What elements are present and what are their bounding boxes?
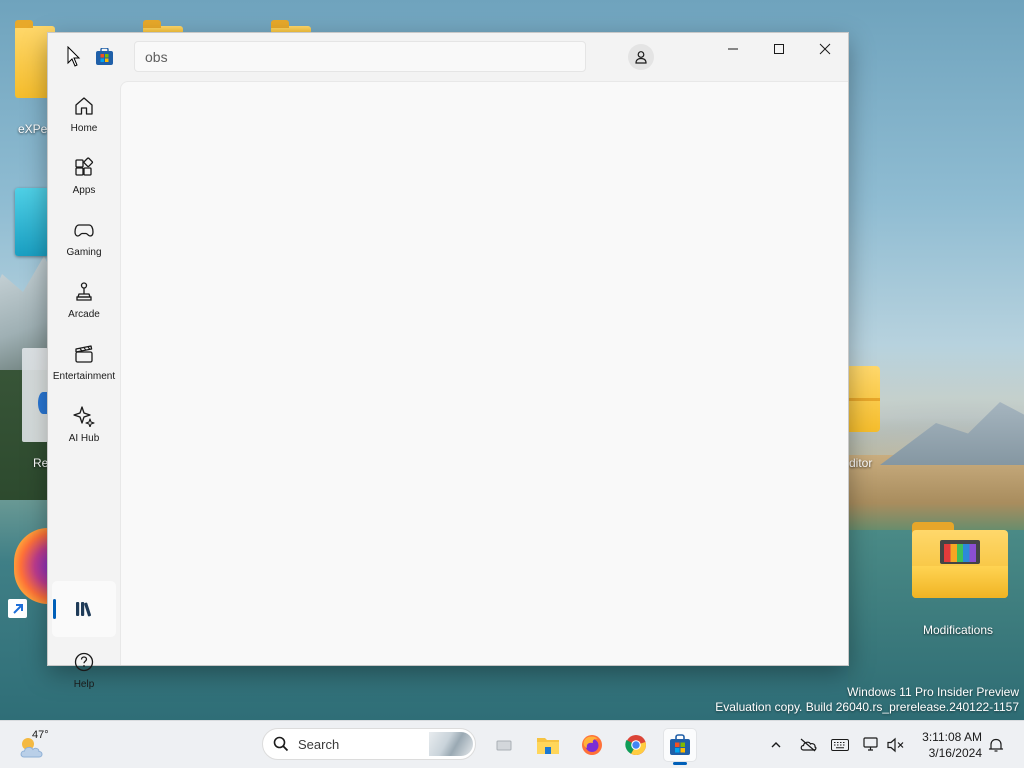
chrome-icon	[625, 735, 646, 756]
nav-item-entertainment[interactable]: Entertainment	[52, 337, 116, 393]
nav-label: Arcade	[68, 309, 100, 320]
navigation-rail: Home Apps Gaming Arcade Entertainment AI…	[48, 81, 120, 690]
volume-status[interactable]	[886, 735, 906, 755]
taskbar-clock[interactable]: 3:11:08 AM 3/16/2024	[912, 729, 982, 761]
task-view-button[interactable]	[488, 729, 520, 761]
file-explorer-icon	[537, 738, 559, 754]
desktop-icon-label[interactable]: Re	[33, 456, 48, 470]
network-icon	[863, 737, 878, 751]
maximize-icon	[774, 44, 784, 54]
nav-label: Help	[73, 679, 95, 690]
network-status[interactable]	[862, 735, 882, 755]
cloud-offline-icon	[800, 738, 817, 752]
nav-label: Apps	[72, 185, 96, 196]
desktop-icon-label[interactable]: Modifications	[923, 623, 993, 637]
person-icon	[635, 51, 647, 64]
folder-edge	[848, 398, 880, 401]
desktop-icon-label[interactable]: ditor	[849, 456, 872, 470]
taskbar: 47° Search 3:11:08 AM 3/16/2024	[0, 720, 1024, 768]
store-icon	[670, 734, 690, 755]
recycle-bin-logo-icon	[38, 392, 48, 414]
windows-watermark: Windows 11 Pro Insider Preview Evaluatio…	[715, 685, 1019, 715]
mouse-cursor	[62, 45, 86, 69]
gamepad-icon	[74, 224, 94, 237]
search-icon	[273, 736, 289, 752]
library-icon	[76, 602, 92, 617]
clock-date: 3/16/2024	[928, 746, 982, 760]
title-bar[interactable]	[48, 33, 848, 81]
nav-item-help[interactable]: Help	[52, 645, 116, 695]
close-button[interactable]	[802, 33, 848, 65]
maximize-button[interactable]	[756, 33, 802, 65]
nav-label: AI Hub	[68, 433, 100, 444]
taskbar-chrome[interactable]	[620, 729, 652, 761]
taskbar-microsoft-store[interactable]	[664, 729, 696, 765]
nav-label: Home	[70, 123, 98, 134]
shortcut-arrow-icon	[8, 599, 27, 618]
notifications-button[interactable]	[986, 735, 1006, 755]
weather-widget[interactable]: 47°	[14, 727, 58, 763]
keyboard-input[interactable]	[830, 735, 850, 755]
nav-label: Entertainment	[52, 371, 116, 382]
firefox-desktop-icon[interactable]	[14, 528, 48, 604]
search-highlight-image	[429, 732, 473, 756]
selection-indicator	[53, 599, 56, 619]
desktop-icon-label[interactable]: eXPer	[18, 122, 51, 136]
clock-time: 3:11:08 AM	[922, 730, 982, 744]
minimize-button[interactable]	[710, 33, 756, 65]
speaker-muted-icon	[887, 737, 904, 753]
sparkle-icon	[73, 406, 95, 427]
nav-label: Gaming	[66, 247, 102, 258]
joystick-icon	[76, 282, 92, 301]
modifications-folder-icon[interactable]	[912, 522, 1008, 598]
task-view-icon	[496, 740, 512, 751]
store-logo-icon	[96, 47, 113, 65]
help-icon	[74, 652, 94, 672]
firefox-icon	[582, 735, 602, 755]
apps-icon	[75, 157, 94, 176]
account-button[interactable]	[628, 44, 654, 70]
nav-item-library[interactable]	[52, 581, 116, 637]
watermark-build: Evaluation copy. Build 26040.rs_prerelea…	[715, 700, 1019, 714]
microsoft-store-window: Home Apps Gaming Arcade	[48, 33, 848, 690]
desktop-app-icon[interactable]	[15, 188, 49, 256]
nav-item-gaming[interactable]: Gaming	[52, 213, 116, 269]
minimize-icon	[728, 48, 738, 50]
nav-item-apps[interactable]: Apps	[52, 151, 116, 207]
home-icon	[75, 97, 93, 115]
weather-temperature: 47°	[32, 729, 49, 741]
content-area	[120, 81, 848, 665]
nav-item-arcade[interactable]: Arcade	[52, 275, 116, 331]
search-placeholder: Search	[298, 736, 340, 752]
show-hidden-icons-button[interactable]	[766, 735, 786, 755]
wallpaper-mountain-right	[880, 402, 1024, 465]
nav-item-home[interactable]: Home	[52, 89, 116, 145]
onedrive-status[interactable]	[798, 735, 818, 755]
clapperboard-icon	[75, 345, 93, 363]
chevron-up-icon	[771, 742, 781, 748]
taskbar-file-explorer[interactable]	[532, 729, 564, 761]
bell-icon	[988, 738, 1004, 752]
taskbar-search[interactable]: Search	[262, 728, 476, 760]
keyboard-icon	[831, 739, 849, 751]
watermark-edition: Windows 11 Pro Insider Preview	[847, 685, 1019, 699]
taskbar-firefox[interactable]	[576, 729, 608, 761]
search-input[interactable]	[134, 41, 586, 72]
nav-item-ai-hub[interactable]: AI Hub	[52, 399, 116, 455]
close-icon	[819, 43, 831, 55]
